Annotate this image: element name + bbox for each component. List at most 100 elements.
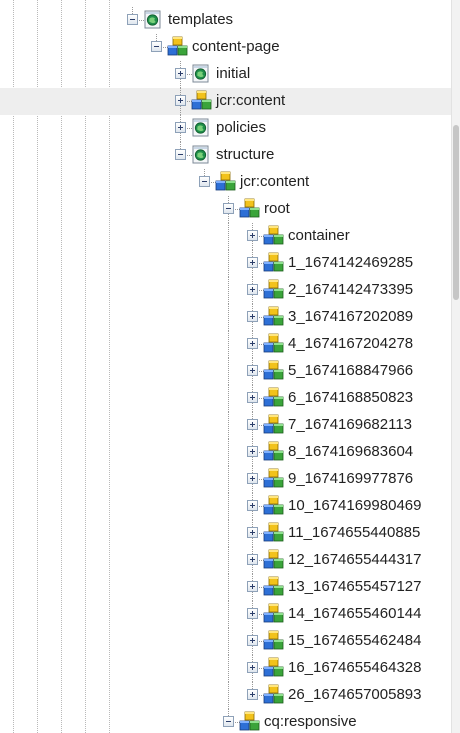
node-cubes-icon [262,360,284,381]
tree-node-label[interactable]: 16_1674655464328 [288,658,421,678]
collapse-toggle-icon[interactable] [223,716,234,727]
tree-node-label[interactable]: structure [216,145,274,165]
tree-node[interactable]: 8_1674169683604 [0,439,452,466]
expand-toggle-icon[interactable] [247,338,258,349]
tree-connector-line [228,304,229,331]
tree-node[interactable]: 13_1674655457127 [0,574,452,601]
tree-node-label[interactable]: cq:responsive [264,712,357,732]
tree-node[interactable]: templates [0,7,452,34]
tree-node[interactable]: cq:responsive [0,709,452,733]
tree-node-label[interactable]: 8_1674169683604 [288,442,413,462]
collapse-toggle-icon[interactable] [199,176,210,187]
node-cubes-icon [262,387,284,408]
tree-node-label[interactable]: jcr:content [216,91,285,111]
expand-toggle-icon[interactable] [247,635,258,646]
node-cubes-icon [262,441,284,462]
tree-node[interactable]: 5_1674168847966 [0,358,452,385]
tree-node[interactable]: root [0,196,452,223]
expand-toggle-icon[interactable] [247,284,258,295]
tree-node-label[interactable]: 10_1674169980469 [288,496,421,516]
node-cubes-icon [262,522,284,543]
tree-node[interactable]: 12_1674655444317 [0,547,452,574]
tree-node[interactable]: jcr:content [0,169,452,196]
tree-node[interactable]: policies [0,115,452,142]
tree-node-label[interactable]: 2_1674142473395 [288,280,413,300]
tree-node-label[interactable]: 6_1674168850823 [288,388,413,408]
tree-node-label[interactable]: root [264,199,290,219]
tree-node[interactable]: 4_1674167204278 [0,331,452,358]
node-cubes-icon [190,90,212,111]
expand-toggle-icon[interactable] [247,500,258,511]
tree-node[interactable]: 1_1674142469285 [0,250,452,277]
expand-toggle-icon[interactable] [247,392,258,403]
expand-toggle-icon[interactable] [247,554,258,565]
tree-connector-line [228,682,229,709]
tree-node-label[interactable]: content-page [192,37,280,57]
tree-node[interactable]: 7_1674169682113 [0,412,452,439]
collapse-toggle-icon[interactable] [151,41,162,52]
tree-node-label[interactable]: 7_1674169682113 [288,415,412,435]
collapse-toggle-icon[interactable] [223,203,234,214]
tree-node-label[interactable]: 4_1674167204278 [288,334,413,354]
collapse-toggle-icon[interactable] [127,14,138,25]
expand-toggle-icon[interactable] [247,689,258,700]
tree-node-label[interactable]: 26_1674657005893 [288,685,421,705]
tree-node[interactable]: 11_1674655440885 [0,520,452,547]
tree-node[interactable]: 6_1674168850823 [0,385,452,412]
tree-node-label[interactable]: 5_1674168847966 [288,361,413,381]
tree-node[interactable]: jcr:content [0,88,452,115]
expand-toggle-icon[interactable] [175,122,186,133]
expand-toggle-icon[interactable] [247,230,258,241]
expand-toggle-icon[interactable] [247,419,258,430]
expand-toggle-icon[interactable] [247,581,258,592]
tree-node-label[interactable]: container [288,226,350,246]
tree-node-label[interactable]: policies [216,118,266,138]
node-cubes-icon [262,630,284,651]
tree-node[interactable]: 15_1674655462484 [0,628,452,655]
tree-node[interactable]: 16_1674655464328 [0,655,452,682]
tree-connector-line [228,520,229,547]
node-cubes-icon [262,576,284,597]
tree-node[interactable]: 26_1674657005893 [0,682,452,709]
tree-node-label[interactable]: 15_1674655462484 [288,631,421,651]
expand-toggle-icon[interactable] [247,608,258,619]
tree-node[interactable]: 3_1674167202089 [0,304,452,331]
tree-node-label[interactable]: 12_1674655444317 [288,550,421,570]
tree-connector-line [228,574,229,601]
tree-node[interactable]: 2_1674142473395 [0,277,452,304]
expand-toggle-icon[interactable] [175,68,186,79]
tree-node[interactable]: structure [0,142,452,169]
tree-node-label[interactable]: 1_1674142469285 [288,253,413,273]
tree-node[interactable]: container [0,223,452,250]
tree-node[interactable]: content-page [0,34,452,61]
tree-node-label[interactable]: 11_1674655440885 [288,523,420,543]
expand-toggle-icon[interactable] [247,365,258,376]
expand-toggle-icon[interactable] [247,527,258,538]
scrollbar-thumb[interactable] [453,125,459,300]
node-cubes-icon [214,171,236,192]
node-cubes-icon [262,333,284,354]
tree-connector-line [228,250,229,277]
node-cubes-icon [262,603,284,624]
collapse-toggle-icon[interactable] [175,149,186,160]
tree-node-label[interactable]: 13_1674655457127 [288,577,421,597]
expand-toggle-icon[interactable] [247,257,258,268]
expand-toggle-icon[interactable] [247,446,258,457]
tree-node-label[interactable]: jcr:content [240,172,309,192]
tree-node[interactable]: 9_1674169977876 [0,466,452,493]
tree-connector-line [228,412,229,439]
tree-node-label[interactable]: 3_1674167202089 [288,307,413,327]
expand-toggle-icon[interactable] [247,311,258,322]
expand-toggle-icon[interactable] [175,95,186,106]
tree-node[interactable]: 14_1674655460144 [0,601,452,628]
tree-node-label[interactable]: 14_1674655460144 [288,604,421,624]
expand-toggle-icon[interactable] [247,662,258,673]
tree-node-label[interactable]: 9_1674169977876 [288,469,413,489]
tree-node-label[interactable]: templates [168,10,233,30]
vertical-scrollbar[interactable] [451,0,460,733]
expand-toggle-icon[interactable] [247,473,258,484]
tree-node-label[interactable]: initial [216,64,250,84]
tree-connector-line [228,547,229,574]
tree-node[interactable]: initial [0,61,452,88]
tree-node[interactable]: 10_1674169980469 [0,493,452,520]
